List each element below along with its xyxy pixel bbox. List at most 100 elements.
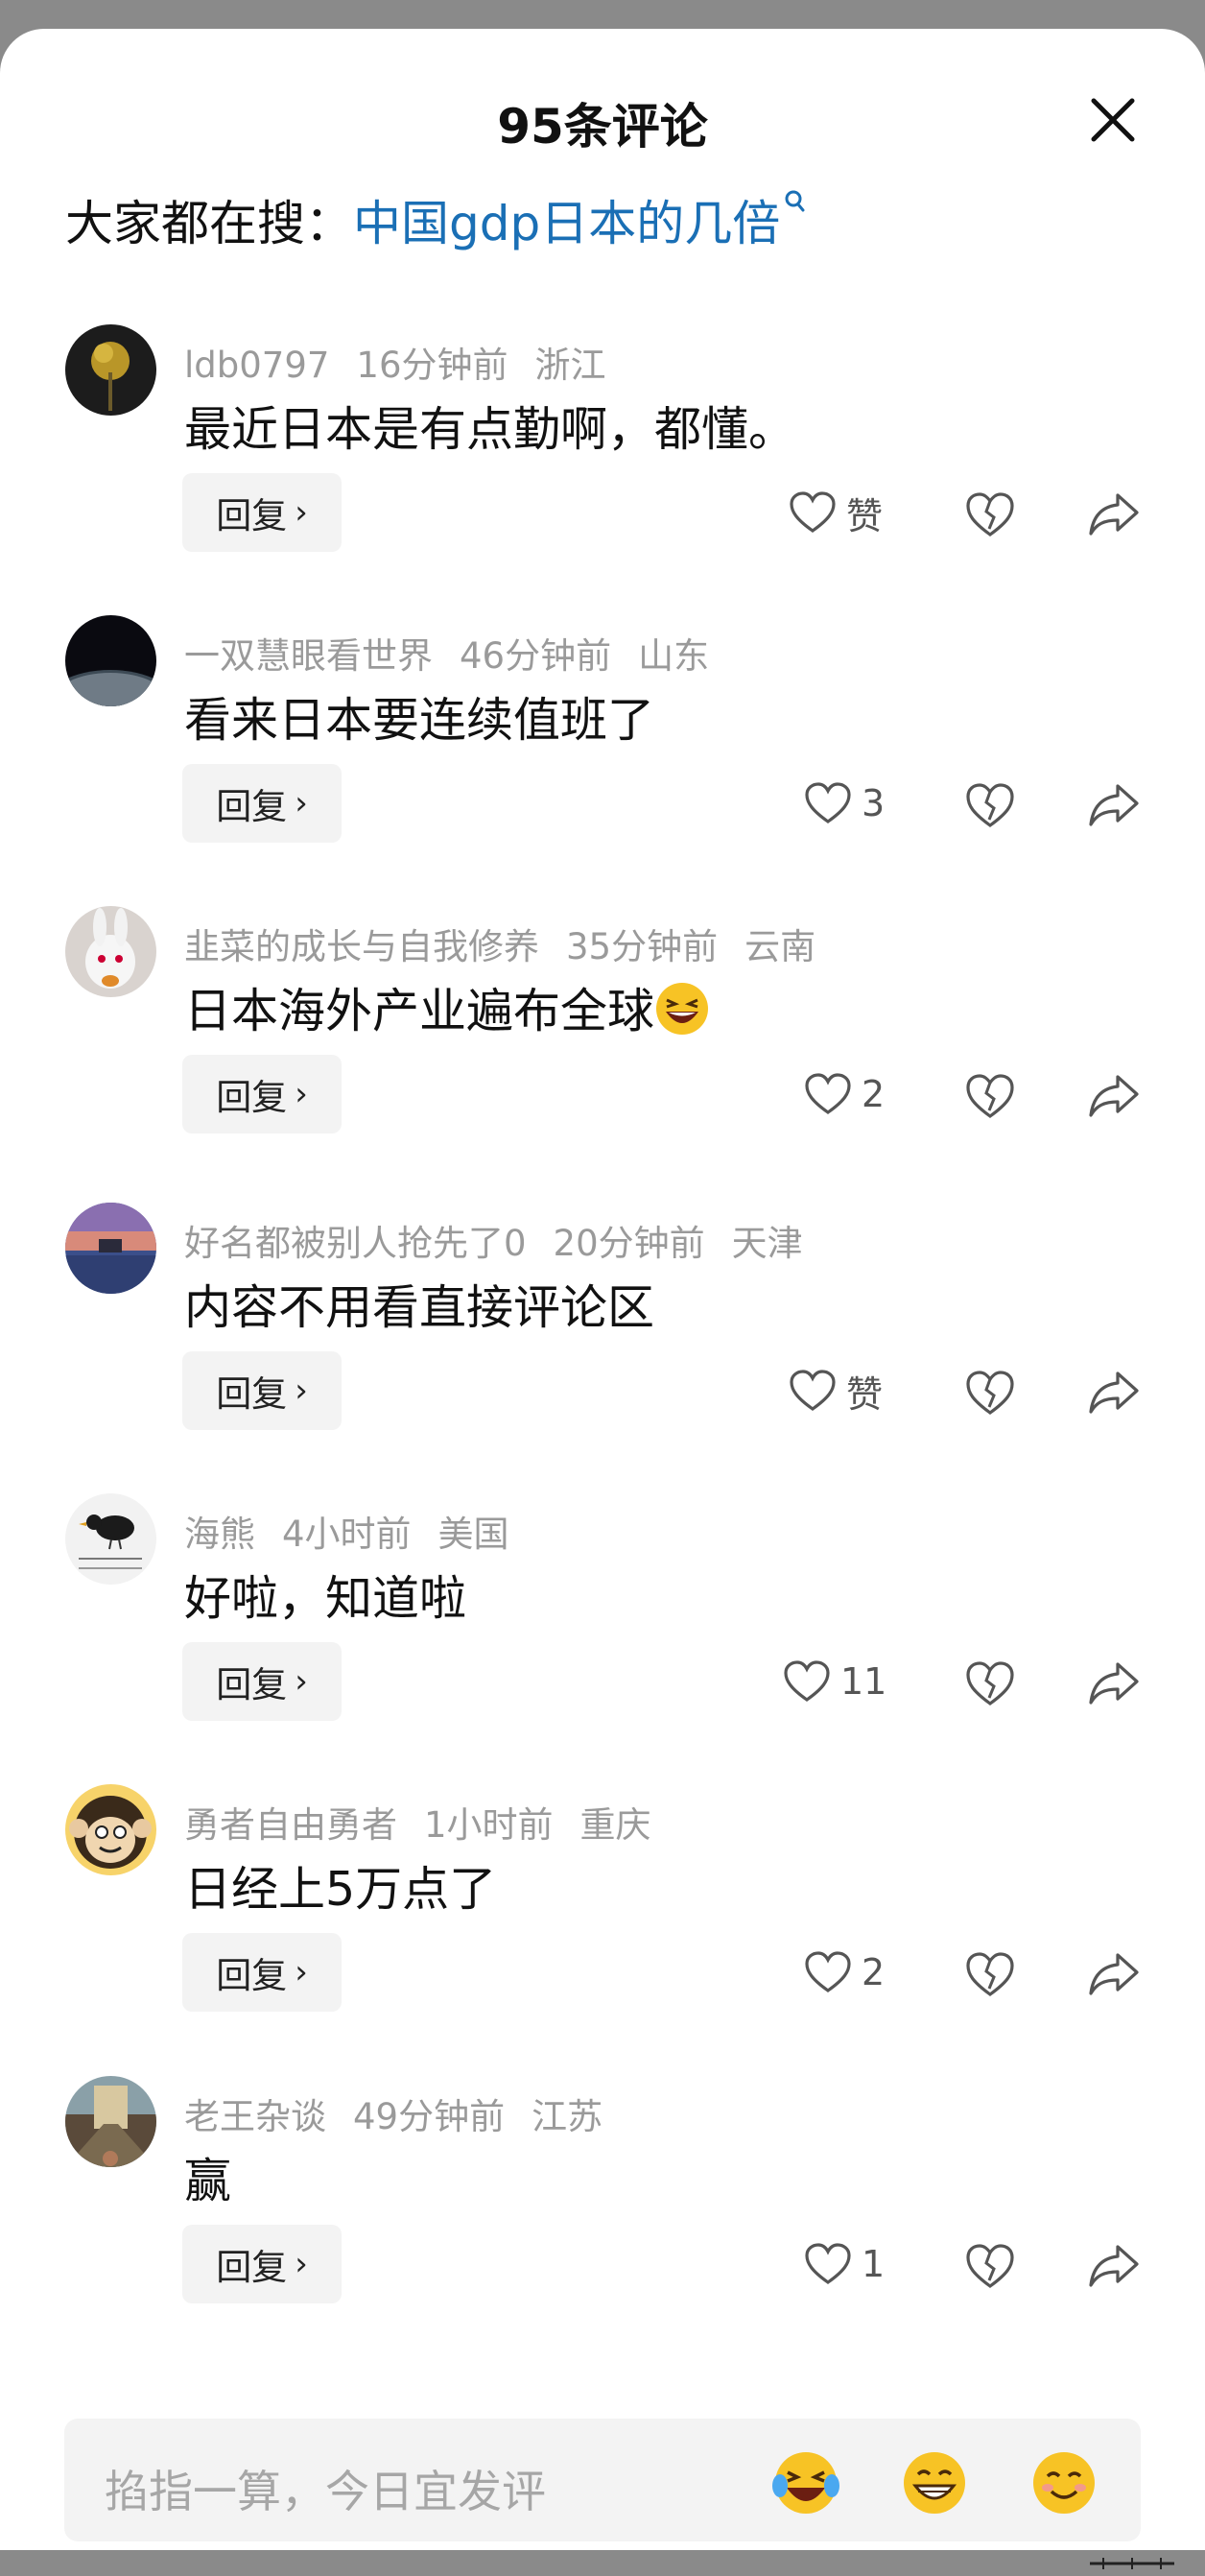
comment-item: 海熊 4小时前 美国 好啦，知道啦 回复 › 11 <box>0 1493 1205 1781</box>
comment-username[interactable]: 一双慧眼看世界 <box>184 635 433 677</box>
reply-button[interactable]: 回复 › <box>182 764 342 843</box>
dislike-button[interactable] <box>964 1950 1016 1998</box>
grin-emoji-icon <box>904 2452 965 2514</box>
comment-text: 看来日本要连续值班了 <box>184 693 655 748</box>
reply-button[interactable]: 回复 › <box>182 2225 342 2303</box>
comment-item: 一双慧眼看世界 46分钟前 山东 看来日本要连续值班了 回复 › 3 <box>0 615 1205 903</box>
dislike-button[interactable] <box>964 490 1016 538</box>
comment-username[interactable]: 海熊 <box>184 1514 255 1555</box>
broken-heart-icon <box>966 1371 1014 1415</box>
comment-location: 浙江 <box>534 345 606 386</box>
keyboard-toggle-icon[interactable] <box>1084 2555 1180 2572</box>
comment-location: 山东 <box>638 635 710 677</box>
grin-emoji-button[interactable] <box>899 2447 970 2518</box>
avatar[interactable] <box>65 906 156 997</box>
like-button[interactable]: 2 <box>804 1933 885 2012</box>
comment-item: ldb0797 16分钟前 浙江 最近日本是有点勤啊，都懂。 回复 › 赞 <box>0 324 1205 612</box>
dislike-button[interactable] <box>964 1072 1016 1120</box>
close-button[interactable] <box>1084 91 1142 149</box>
share-arrow-icon <box>1089 1953 1139 1995</box>
comment-time: 1小时前 <box>424 1804 554 1846</box>
comment-location: 云南 <box>744 926 816 967</box>
laugh-cry-emoji-icon <box>772 2452 839 2514</box>
dislike-button[interactable] <box>964 1369 1016 1417</box>
avatar[interactable] <box>65 324 156 416</box>
share-arrow-icon <box>1089 1662 1139 1705</box>
comment-item: 好名都被别人抢先了0 20分钟前 天津 内容不用看直接评论区 回复 › 赞 <box>0 1203 1205 1491</box>
comment-text: 最近日本是有点勤啊，都懂。 <box>184 402 796 457</box>
smile-emoji-button[interactable] <box>1028 2447 1099 2518</box>
avatar[interactable] <box>65 615 156 706</box>
like-button[interactable]: 1 <box>804 2225 885 2303</box>
chevron-right-icon: › <box>295 784 308 823</box>
dislike-button[interactable] <box>964 781 1016 829</box>
broken-heart-icon <box>966 783 1014 827</box>
like-count: 赞 <box>846 494 884 537</box>
comment-text: 好啦，知道啦 <box>184 1571 467 1626</box>
share-arrow-icon <box>1089 2245 1139 2287</box>
heart-icon <box>805 2243 851 2284</box>
laughing-emoji-icon <box>656 983 709 1035</box>
trending-search: 大家都在搜：中国gdp日本的几倍 <box>65 185 807 254</box>
heart-icon <box>790 491 836 533</box>
chevron-right-icon: › <box>295 1371 308 1410</box>
share-button[interactable] <box>1087 1949 1141 1999</box>
comment-username[interactable]: 韭菜的成长与自我修养 <box>184 926 539 967</box>
smile-emoji-icon <box>1033 2452 1095 2514</box>
comment-input-placeholder[interactable]: 掐指一算，今日宜发评 <box>105 2457 546 2520</box>
reply-label: 回复 <box>216 1077 288 1118</box>
avatar[interactable] <box>65 1203 156 1294</box>
comment-meta: ldb0797 16分钟前 浙江 <box>184 336 633 388</box>
comment-time: 46分钟前 <box>460 635 612 677</box>
reply-button[interactable]: 回复 › <box>182 1933 342 2012</box>
avatar[interactable] <box>65 1784 156 1875</box>
reply-label: 回复 <box>216 786 288 827</box>
reply-button[interactable]: 回复 › <box>182 473 342 552</box>
share-button[interactable] <box>1087 1368 1141 1418</box>
avatar[interactable] <box>65 2076 156 2167</box>
like-button[interactable]: 11 <box>783 1642 886 1721</box>
comment-username[interactable]: 老王杂谈 <box>184 2096 326 2137</box>
reply-label: 回复 <box>216 2247 288 2288</box>
comment-text-body: 日本海外产业遍布全球 <box>184 984 655 1038</box>
comment-item: 勇者自由勇者 1小时前 重庆 日经上5万点了 回复 › 2 <box>0 1784 1205 2072</box>
share-button[interactable] <box>1087 2241 1141 2291</box>
broken-heart-icon <box>966 1661 1014 1705</box>
trending-label: 大家都在搜： <box>65 196 353 251</box>
heart-icon <box>784 1660 830 1702</box>
comment-username[interactable]: 勇者自由勇者 <box>184 1804 397 1846</box>
dislike-button[interactable] <box>964 1659 1016 1707</box>
like-count: 赞 <box>846 1372 884 1416</box>
avatar[interactable] <box>65 1493 156 1585</box>
comment-location: 江苏 <box>532 2096 603 2137</box>
like-button[interactable]: 赞 <box>789 1351 883 1430</box>
reply-button[interactable]: 回复 › <box>182 1351 342 1430</box>
comment-username[interactable]: ldb0797 <box>184 345 329 386</box>
share-button[interactable] <box>1087 1071 1141 1121</box>
like-count: 1 <box>862 2243 886 2285</box>
comment-time: 16分钟前 <box>356 345 508 386</box>
chevron-right-icon: › <box>295 493 308 532</box>
comment-input-bar[interactable]: 掐指一算，今日宜发评 <box>64 2419 1141 2541</box>
laugh-cry-emoji-button[interactable] <box>770 2447 841 2518</box>
like-count: 3 <box>862 782 886 824</box>
comment-username[interactable]: 好名都被别人抢先了0 <box>184 1223 527 1264</box>
like-button[interactable]: 赞 <box>789 473 883 552</box>
broken-heart-icon <box>966 492 1014 537</box>
comment-location: 重庆 <box>579 1804 651 1846</box>
search-icon <box>785 190 805 212</box>
reply-button[interactable]: 回复 › <box>182 1055 342 1133</box>
reply-button[interactable]: 回复 › <box>182 1642 342 1721</box>
share-button[interactable] <box>1087 1658 1141 1708</box>
trending-search-link[interactable]: 中国gdp日本的几倍 <box>353 196 780 251</box>
page-title: 95条评论 <box>497 99 708 155</box>
share-button[interactable] <box>1087 780 1141 830</box>
dislike-button[interactable] <box>964 2242 1016 2290</box>
share-button[interactable] <box>1087 489 1141 539</box>
share-arrow-icon <box>1089 784 1139 826</box>
chevron-right-icon: › <box>295 1075 308 1113</box>
like-button[interactable]: 2 <box>804 1055 885 1133</box>
comment-text: 赢 <box>184 2154 232 2208</box>
comment-location: 天津 <box>731 1223 803 1264</box>
like-button[interactable]: 3 <box>804 764 885 843</box>
